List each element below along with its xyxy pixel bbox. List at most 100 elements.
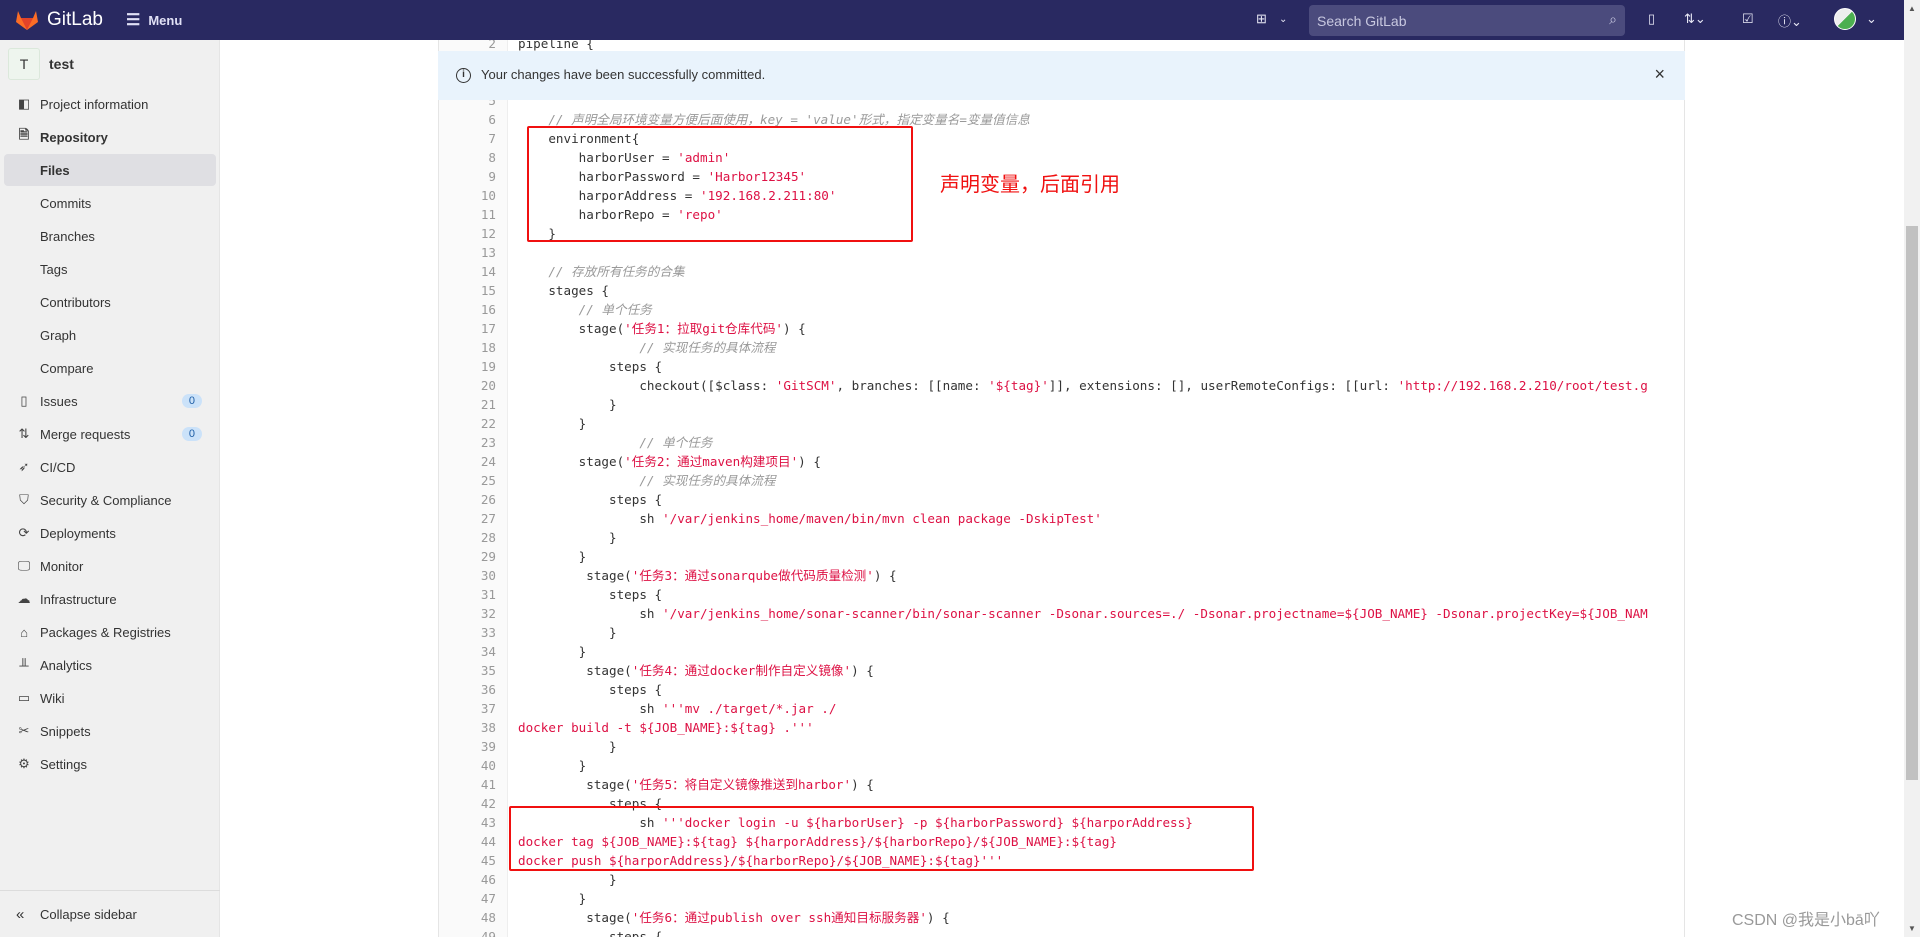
top-navbar: GitLab ☰ Menu ⊞ ⌄ Search GitLab ⌕ ▯ ⇅⌄ ☑… — [0, 0, 1904, 40]
line-number[interactable]: 29 — [439, 547, 496, 566]
sidebar-item-label: Contributors — [40, 294, 111, 310]
line-number[interactable]: 19 — [439, 357, 496, 376]
menu-button[interactable]: ☰ Menu — [126, 10, 182, 30]
brand-name: GitLab — [47, 9, 103, 30]
code-text: checkout([$class: 'GitSCM', branches: [[… — [518, 376, 1647, 395]
code-text: } — [518, 547, 587, 566]
sidebar-item-tags[interactable]: Tags — [4, 253, 216, 285]
vertical-scrollbar[interactable]: ▲ ▼ — [1904, 0, 1920, 937]
sidebar-item-ci-cd[interactable]: ➶ CI/CD — [4, 451, 216, 483]
line-number[interactable]: 48 — [439, 908, 496, 927]
scroll-up-arrow[interactable]: ▲ — [1908, 4, 1916, 13]
line-number[interactable]: 42 — [439, 794, 496, 813]
line-number[interactable]: 13 — [439, 243, 496, 262]
line-number[interactable]: 37 — [439, 699, 496, 718]
code-token: } — [518, 548, 587, 564]
plus-square-icon[interactable]: ⊞ — [1256, 11, 1267, 27]
sidebar-item-branches[interactable]: Branches — [4, 220, 216, 252]
line-number[interactable]: 7 — [439, 129, 496, 148]
sidebar-item-compare[interactable]: Compare — [4, 352, 216, 384]
line-number[interactable]: 44 — [439, 832, 496, 851]
sidebar-item-settings[interactable]: ⚙ Settings — [4, 748, 216, 780]
line-number[interactable]: 35 — [439, 661, 496, 680]
line-number[interactable]: 31 — [439, 585, 496, 604]
issues-icon[interactable]: ▯ — [1648, 11, 1655, 27]
line-number[interactable]: 6 — [439, 110, 496, 129]
line-number[interactable]: 24 — [439, 452, 496, 471]
sidebar-item-repository[interactable]: 🗎 Repository — [4, 121, 216, 153]
sidebar-item-label: Analytics — [40, 657, 93, 673]
code-text: } — [518, 395, 617, 414]
line-number[interactable]: 39 — [439, 737, 496, 756]
line-number[interactable]: 46 — [439, 870, 496, 889]
sidebar-item-analytics[interactable]: ╨ Analytics — [4, 649, 216, 681]
code-text: steps { — [518, 680, 662, 699]
sidebar-item-snippets[interactable]: ✂ Snippets — [4, 715, 216, 747]
collapse-sidebar-button[interactable]: « Collapse sidebar — [0, 890, 220, 937]
sidebar-item-files[interactable]: Files — [4, 154, 216, 186]
sidebar-item-contributors[interactable]: Contributors — [4, 286, 216, 318]
help-icon[interactable]: ⓘ⌄ — [1778, 11, 1802, 30]
scrollbar-thumb[interactable] — [1906, 226, 1918, 780]
line-number[interactable]: 10 — [439, 186, 496, 205]
line-number[interactable]: 11 — [439, 205, 496, 224]
line-number[interactable]: 8 — [439, 148, 496, 167]
todo-icon[interactable]: ☑ — [1742, 11, 1754, 27]
string-token: '/var/jenkins_home/sonar-scanner/bin/son… — [662, 605, 1648, 621]
line-number[interactable]: 36 — [439, 680, 496, 699]
sidebar-item-project-information[interactable]: ◧ Project information — [4, 88, 216, 120]
project-link[interactable]: T test — [8, 48, 74, 80]
line-number[interactable]: 34 — [439, 642, 496, 661]
line-number[interactable]: 43 — [439, 813, 496, 832]
line-number[interactable]: 22 — [439, 414, 496, 433]
sidebar-item-merge-requests[interactable]: ⇅ Merge requests 0 — [4, 418, 216, 450]
sidebar-item-label: Project information — [40, 96, 149, 112]
avatar-chevron-icon[interactable]: ⌄ — [1866, 11, 1877, 27]
code-token: } — [518, 396, 617, 412]
line-number[interactable]: 32 — [439, 604, 496, 623]
line-number[interactable]: 41 — [439, 775, 496, 794]
sidebar-item-wiki[interactable]: ▭ Wiki — [4, 682, 216, 714]
line-number[interactable]: 25 — [439, 471, 496, 490]
sidebar-item-issues[interactable]: ▯ Issues 0 — [4, 385, 216, 417]
sidebar-item-security-compliance[interactable]: ⛉ Security & Compliance — [4, 484, 216, 516]
code-line: 49 steps { — [439, 927, 1684, 937]
sidebar-item-deployments[interactable]: ⟳ Deployments — [4, 517, 216, 549]
line-number[interactable]: 47 — [439, 889, 496, 908]
scroll-down-arrow[interactable]: ▼ — [1908, 924, 1916, 933]
line-number[interactable]: 23 — [439, 433, 496, 452]
line-number[interactable]: 45 — [439, 851, 496, 870]
chevron-down-icon[interactable]: ⌄ — [1279, 14, 1287, 25]
line-number[interactable]: 30 — [439, 566, 496, 585]
merge-request-icon[interactable]: ⇅⌄ — [1684, 11, 1706, 27]
line-number[interactable]: 27 — [439, 509, 496, 528]
sidebar-item-monitor[interactable]: 🖵 Monitor — [4, 550, 216, 582]
line-number[interactable]: 17 — [439, 319, 496, 338]
sidebar-item-packages-registries[interactable]: ⌂ Packages & Registries — [4, 616, 216, 648]
sidebar-item-label: Compare — [40, 360, 94, 376]
line-number[interactable]: 21 — [439, 395, 496, 414]
line-number[interactable]: 49 — [439, 927, 496, 937]
line-number[interactable]: 40 — [439, 756, 496, 775]
line-number[interactable]: 14 — [439, 262, 496, 281]
line-number[interactable]: 20 — [439, 376, 496, 395]
sidebar-item-graph[interactable]: Graph — [4, 319, 216, 351]
gitlab-home-link[interactable]: GitLab — [15, 9, 103, 31]
close-icon[interactable]: × — [1654, 64, 1665, 85]
sidebar-item-label: Infrastructure — [40, 591, 117, 607]
line-number[interactable]: 12 — [439, 224, 496, 243]
avatar[interactable] — [1834, 8, 1856, 30]
line-number[interactable]: 26 — [439, 490, 496, 509]
sidebar-item-infrastructure[interactable]: ☁ Infrastructure — [4, 583, 216, 615]
line-number[interactable]: 18 — [439, 338, 496, 357]
search-input[interactable]: Search GitLab ⌕ — [1309, 5, 1625, 36]
sidebar-item-label: Snippets — [40, 723, 91, 739]
code-line: 19 steps { — [439, 357, 1684, 376]
sidebar-item-commits[interactable]: Commits — [4, 187, 216, 219]
line-number[interactable]: 28 — [439, 528, 496, 547]
line-number[interactable]: 38 — [439, 718, 496, 737]
line-number[interactable]: 9 — [439, 167, 496, 186]
line-number[interactable]: 16 — [439, 300, 496, 319]
line-number[interactable]: 33 — [439, 623, 496, 642]
line-number[interactable]: 15 — [439, 281, 496, 300]
